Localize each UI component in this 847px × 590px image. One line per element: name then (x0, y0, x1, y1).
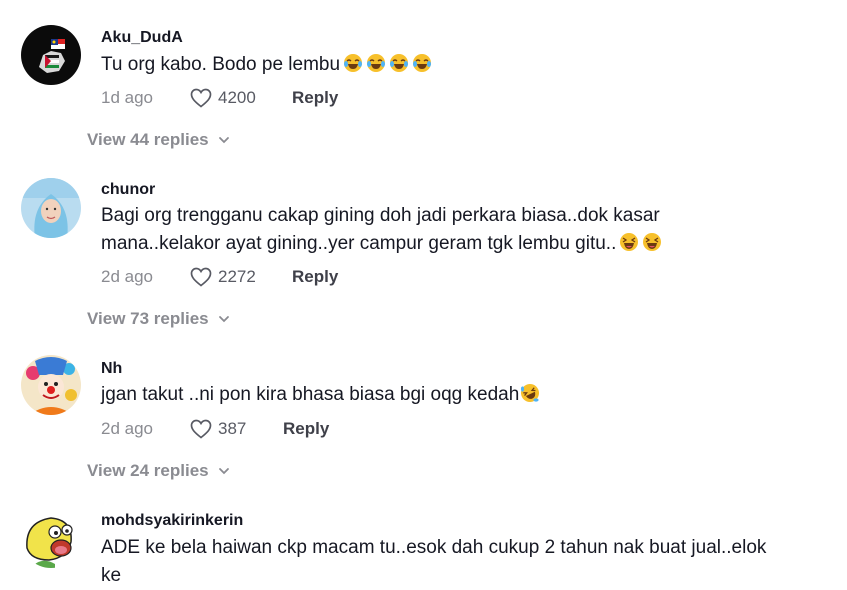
view-replies-label: View 44 replies (87, 130, 209, 149)
laughing-tears-emoji (344, 54, 363, 72)
comment-text: ADE ke bela haiwan ckp macam tu..esok da… (101, 534, 781, 590)
avatar[interactable] (21, 355, 81, 415)
username[interactable]: Nh (101, 360, 122, 378)
chevron-down-icon (218, 316, 229, 323)
like-button[interactable]: 4200 (189, 86, 274, 110)
username[interactable]: Aku_DudA (101, 29, 183, 47)
chevron-down-icon (218, 137, 229, 144)
comment-meta: 1d ago 4200 Reply (101, 86, 338, 110)
comment-text: Tu org kabo. Bodo pe lembu (101, 51, 781, 79)
view-replies-button[interactable]: View 24 replies (87, 461, 231, 481)
chevron-down-icon (218, 468, 229, 475)
like-button[interactable]: 387 (189, 417, 265, 441)
heart-icon (190, 88, 212, 108)
laughing-tears-emoji (413, 54, 432, 72)
view-replies-label: View 24 replies (87, 461, 209, 480)
rolling-laugh-emoji (521, 384, 540, 402)
heart-icon (190, 419, 212, 439)
comment-meta: 2d ago 2272 Reply (101, 265, 338, 289)
comment-date: 2d ago (101, 419, 153, 438)
comment-thread: Aku_DudA Tu org kabo. Bodo pe lembu 1d a… (0, 0, 847, 590)
squinting-laugh-emoji (643, 233, 662, 251)
like-count: 387 (218, 419, 247, 438)
comment-text: jgan takut ..ni pon kira bhasa biasa bgi… (101, 381, 781, 409)
reply-button[interactable]: Reply (292, 88, 338, 108)
view-replies-label: View 73 replies (87, 309, 209, 328)
avatar-image (21, 508, 81, 568)
comment-meta: 2d ago 387 Reply (101, 417, 329, 441)
comment-body: Tu org kabo. Bodo pe lembu (101, 54, 341, 75)
avatar[interactable] (21, 178, 81, 238)
like-count: 4200 (218, 88, 256, 107)
laughing-tears-emoji (390, 54, 409, 72)
avatar-image (21, 178, 81, 238)
avatar-image (21, 355, 81, 415)
username[interactable]: chunor (101, 181, 155, 199)
avatar[interactable] (21, 508, 81, 568)
like-button[interactable]: 2272 (189, 265, 274, 289)
comment-body: Bagi org trengganu cakap gining doh jadi… (101, 205, 660, 254)
laughing-tears-emoji (367, 54, 386, 72)
comment-date: 1d ago (101, 88, 153, 107)
avatar[interactable] (21, 25, 81, 85)
comment-date: 2d ago (101, 267, 153, 286)
comment-text: Bagi org trengganu cakap gining doh jadi… (101, 202, 781, 258)
comment-body: ADE ke bela haiwan ckp macam tu..esok da… (101, 537, 767, 586)
heart-icon (190, 267, 212, 287)
reply-button[interactable]: Reply (283, 419, 329, 439)
reply-button[interactable]: Reply (292, 267, 338, 287)
comment-body: jgan takut ..ni pon kira bhasa biasa bgi… (101, 384, 520, 405)
squinting-laugh-emoji (620, 233, 639, 251)
avatar-image (21, 25, 81, 85)
view-replies-button[interactable]: View 73 replies (87, 309, 231, 329)
view-replies-button[interactable]: View 44 replies (87, 130, 231, 150)
username[interactable]: mohdsyakirinkerin (101, 512, 243, 530)
like-count: 2272 (218, 267, 256, 286)
